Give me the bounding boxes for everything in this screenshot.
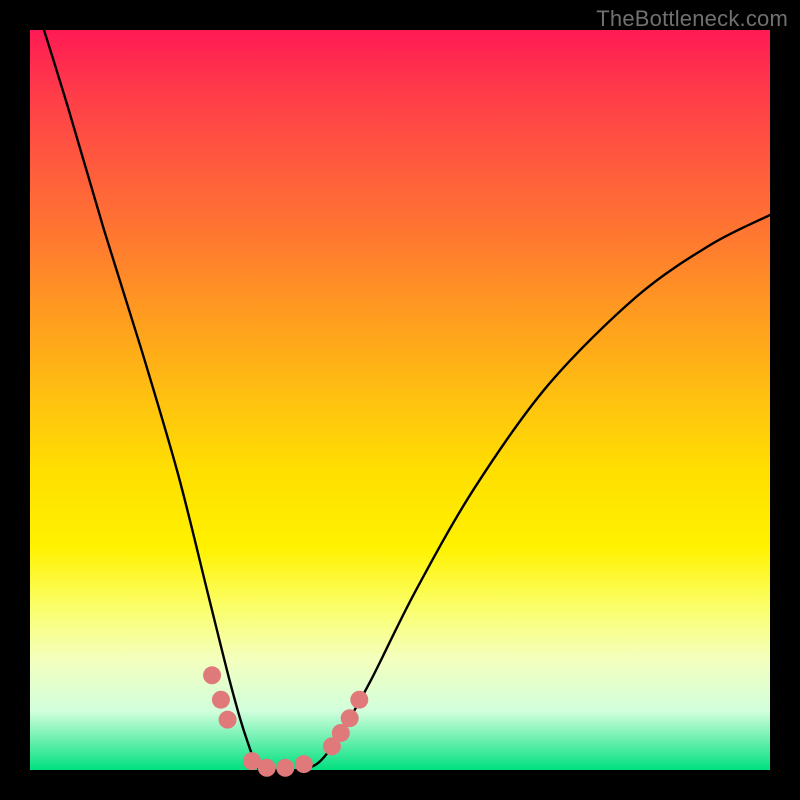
curve-marker <box>212 691 230 709</box>
curve-marker <box>295 755 313 773</box>
curve-marker <box>341 709 359 727</box>
curve-markers <box>203 666 368 777</box>
curve-marker <box>219 711 237 729</box>
curve-marker <box>203 666 221 684</box>
curve-marker <box>258 759 276 777</box>
bottleneck-curve-svg <box>30 30 770 770</box>
curve-marker <box>350 691 368 709</box>
attribution-label: TheBottleneck.com <box>596 6 788 32</box>
curve-marker <box>276 759 294 777</box>
bottleneck-curve <box>30 0 770 773</box>
